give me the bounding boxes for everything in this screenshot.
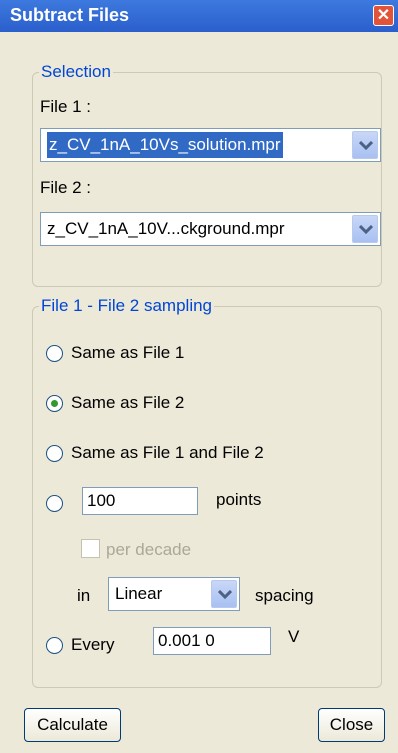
spacing-value: Linear: [115, 584, 163, 603]
per-decade-checkbox[interactable]: [81, 539, 100, 558]
points-input[interactable]: 100: [82, 487, 198, 515]
title-bar: Subtract Files ✕: [0, 0, 398, 32]
radio-every[interactable]: [46, 637, 63, 654]
unit-label: V: [288, 627, 300, 646]
chevron-down-icon[interactable]: [352, 131, 378, 159]
per-decade-label: per decade: [106, 540, 192, 559]
every-label: Every: [71, 635, 115, 654]
radio-points[interactable]: [46, 495, 63, 512]
spacing-label: spacing: [255, 586, 314, 605]
file2-value: z_CV_1nA_10V...ckground.mpr: [47, 219, 285, 238]
option-same-as-both-label: Same as File 1 and File 2: [71, 443, 264, 462]
file1-dropdown[interactable]: z_CV_1nA_10Vs_solution.mpr: [40, 128, 381, 162]
in-label: in: [77, 586, 91, 605]
chevron-down-icon[interactable]: [352, 215, 378, 243]
file1-label: File 1 :: [40, 97, 92, 116]
window-title: Subtract Files: [10, 5, 130, 25]
selection-legend: Selection: [41, 62, 111, 81]
radio-selected-dot: [51, 400, 58, 407]
radio-same-as-file2[interactable]: [46, 395, 63, 412]
close-button[interactable]: Close: [318, 708, 385, 742]
option-same-as-file1-label: Same as File 1: [71, 343, 185, 362]
radio-same-as-both[interactable]: [46, 445, 63, 462]
option-same-as-file2-label: Same as File 2: [71, 393, 185, 412]
points-label: points: [216, 490, 262, 509]
chevron-down-icon[interactable]: [211, 580, 237, 608]
every-input[interactable]: 0.001 0: [153, 627, 271, 655]
close-icon: ✕: [376, 7, 391, 24]
selection-group: Selection: [32, 62, 382, 287]
file2-label: File 2 :: [40, 178, 92, 197]
radio-same-as-file1[interactable]: [46, 345, 63, 362]
sampling-legend: File 1 - File 2 sampling: [41, 296, 213, 315]
spacing-dropdown[interactable]: Linear: [108, 577, 240, 611]
file1-value: z_CV_1nA_10Vs_solution.mpr: [47, 132, 283, 158]
close-window-button[interactable]: ✕: [373, 5, 394, 26]
calculate-button[interactable]: Calculate: [24, 708, 121, 742]
file2-dropdown[interactable]: z_CV_1nA_10V...ckground.mpr: [40, 212, 381, 246]
